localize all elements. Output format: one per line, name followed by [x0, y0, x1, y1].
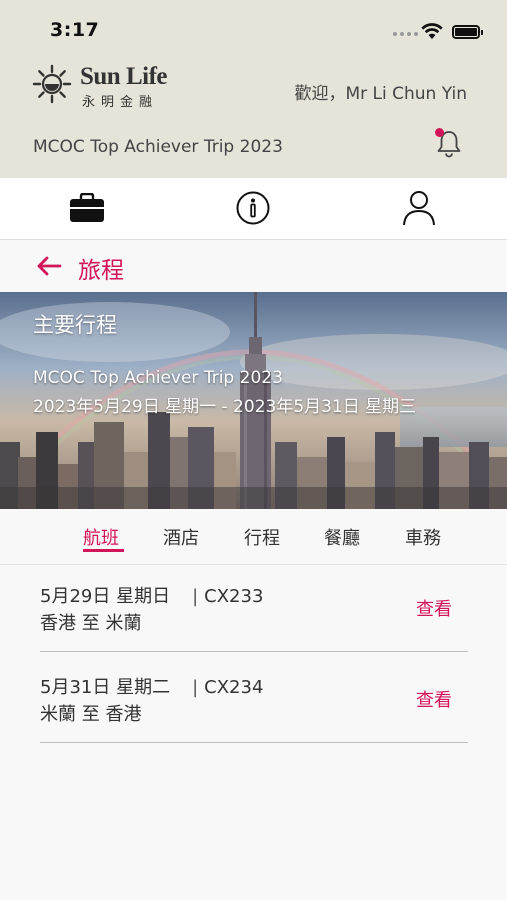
page-header: 旅程	[0, 241, 507, 292]
view-flight-button[interactable]: 查看	[416, 686, 452, 712]
status-bar: 3:17	[0, 0, 507, 58]
logo-wordmark: Sun Life	[80, 63, 168, 90]
active-tab-indicator	[83, 549, 124, 552]
view-flight-button[interactable]: 查看	[416, 595, 452, 621]
flight-route: 米蘭 至 香港	[40, 704, 142, 725]
sun-life-logo: Sun Life 永明金融	[32, 63, 182, 110]
separator: |	[192, 586, 199, 607]
cellular-signal-icon	[393, 32, 418, 36]
briefcase-icon	[70, 193, 104, 222]
flight-number: CX233	[204, 586, 264, 607]
hero-banner: 主要行程 MCOC Top Achiever Trip 2023 2023年5月…	[0, 292, 507, 509]
notification-dot	[435, 128, 444, 137]
welcome-text: 歡迎，Mr Li Chun Yin	[294, 84, 467, 104]
flight-row[interactable]: 5月31日 星期二 | CX234 米蘭 至 香港 查看	[40, 673, 468, 743]
battery-icon	[452, 25, 483, 39]
nav-info[interactable]	[233, 188, 273, 228]
category-tabs: 航班 酒店 行程 餐廳 車務	[0, 509, 507, 565]
flight-row[interactable]: 5月29日 星期日 | CX233 香港 至 米蘭 查看	[40, 582, 468, 652]
tab-restaurants[interactable]: 餐廳	[324, 524, 360, 550]
flight-route: 香港 至 米蘭	[40, 613, 142, 634]
trip-title: MCOC Top Achiever Trip 2023	[33, 137, 283, 157]
tab-hotels[interactable]: 酒店	[163, 524, 199, 550]
separator: |	[192, 677, 199, 698]
info-icon	[236, 191, 270, 225]
back-arrow-icon[interactable]	[36, 255, 62, 277]
page-title: 旅程	[78, 258, 124, 284]
hero-date-range: 2023年5月29日 星期一 - 2023年5月31日 星期三	[33, 397, 417, 417]
flight-info: 5月31日 星期二 | CX234	[40, 673, 263, 699]
user-icon	[403, 191, 435, 226]
tab-flights[interactable]: 航班	[83, 524, 119, 550]
status-time: 3:17	[50, 19, 100, 41]
logo-chinese-wordmark: 永明金融	[82, 95, 159, 110]
app-header: 3:17 Sun Life 永明金融 歡迎，Mr Li Chun Yin MCO…	[0, 0, 507, 178]
nav-profile[interactable]	[399, 188, 439, 228]
hero-trip-name: MCOC Top Achiever Trip 2023	[33, 368, 283, 388]
top-nav-bar	[0, 178, 507, 240]
flight-number: CX234	[204, 677, 264, 698]
tab-transport[interactable]: 車務	[405, 524, 441, 550]
hero-heading: 主要行程	[33, 313, 117, 337]
flight-date: 5月29日 星期日	[40, 586, 171, 607]
wifi-icon	[421, 23, 443, 39]
flight-date: 5月31日 星期二	[40, 677, 171, 698]
nav-trips[interactable]	[67, 188, 107, 228]
sun-logo-icon	[32, 64, 72, 104]
tab-itinerary[interactable]: 行程	[244, 524, 280, 550]
flight-info: 5月29日 星期日 | CX233	[40, 582, 263, 608]
